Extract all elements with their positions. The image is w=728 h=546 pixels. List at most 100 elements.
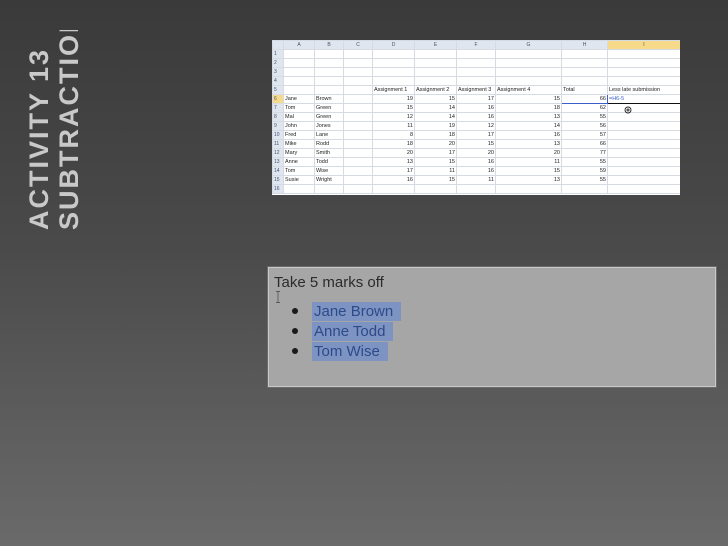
cell-a2[interactable]: 19 [414,121,457,131]
cell-first-name[interactable]: Mal [283,112,315,122]
cell-total[interactable]: 59 [561,166,608,176]
cell[interactable] [372,76,415,86]
cell-a2[interactable]: 14 [414,103,457,113]
cell[interactable] [607,148,680,158]
cell-total[interactable]: 55 [561,157,608,167]
list-item[interactable]: Jane Brown [288,301,402,321]
cell[interactable] [456,184,496,194]
cell[interactable] [343,121,373,131]
cell-a4[interactable]: 15 [495,94,562,104]
cell[interactable] [607,166,680,176]
cell-total[interactable]: 56 [561,121,608,131]
row-number[interactable]: 13 [272,157,284,167]
cell-a1[interactable]: 19 [372,94,415,104]
cell-a4[interactable]: 16 [495,130,562,140]
cell[interactable] [495,58,562,68]
cell-a2[interactable]: 14 [414,112,457,122]
cell[interactable] [607,121,680,131]
cell[interactable] [283,76,315,86]
row-number[interactable]: 12 [272,148,284,158]
cell-a1[interactable]: 13 [372,157,415,167]
cell[interactable] [283,184,315,194]
cell[interactable] [343,166,373,176]
cell-last-name[interactable]: Lane [314,130,344,140]
cell-a1[interactable]: 18 [372,139,415,149]
cell[interactable] [343,103,373,113]
cell-a3[interactable]: 16 [456,103,496,113]
cell-a2[interactable]: 20 [414,139,457,149]
cell-total[interactable]: 66 [561,139,608,149]
cell[interactable] [607,67,680,77]
cell[interactable] [343,67,373,77]
cell-a2[interactable]: 17 [414,148,457,158]
cell[interactable] [607,184,680,194]
cell[interactable] [314,76,344,86]
cell[interactable] [343,49,373,59]
cell-a3[interactable]: 16 [456,157,496,167]
cell[interactable] [372,184,415,194]
row-number[interactable]: 8 [272,112,284,122]
row-number[interactable]: 2 [272,58,284,68]
cell[interactable] [607,76,680,86]
list-item[interactable]: Anne Todd [288,321,401,341]
cell[interactable] [343,85,373,95]
instruction-textbox[interactable]: Take 5 marks off Jane Brown Anne Todd To… [267,266,717,388]
cell[interactable] [607,112,680,122]
cell[interactable] [456,49,496,59]
cell-a2[interactable]: 15 [414,175,457,185]
cell-a4[interactable]: 13 [495,139,562,149]
cell-first-name[interactable]: Tom [283,103,315,113]
cell[interactable] [343,139,373,149]
cell-first-name[interactable]: Fred [283,130,315,140]
cell-a3[interactable]: 11 [456,175,496,185]
cell-total[interactable]: 55 [561,112,608,122]
cell-total-referenced[interactable]: 66 [561,94,608,104]
cell-last-name[interactable]: Todd [314,157,344,167]
cell[interactable] [607,157,680,167]
cell[interactable] [343,148,373,158]
cell[interactable] [561,58,608,68]
cell-a4[interactable]: 18 [495,103,562,113]
cell[interactable] [495,67,562,77]
cell-a4[interactable]: 14 [495,121,562,131]
cell[interactable] [495,184,562,194]
row-number[interactable]: 6 [272,94,284,104]
cell-first-name[interactable]: Anne [283,157,315,167]
cell-total[interactable]: 62 [561,103,608,113]
cell[interactable] [283,67,315,77]
cell-first-name[interactable]: Mary [283,148,315,158]
cell-total[interactable]: 57 [561,130,608,140]
cell[interactable] [414,58,457,68]
cell-a1[interactable]: 20 [372,148,415,158]
cell[interactable] [343,76,373,86]
cell[interactable] [414,184,457,194]
cell[interactable] [561,49,608,59]
cell[interactable] [343,58,373,68]
cell[interactable] [561,184,608,194]
column-header[interactable]: F [456,40,496,50]
column-header[interactable]: I [607,40,680,50]
cell-last-name[interactable]: Jones [314,121,344,131]
cell-a1[interactable]: 8 [372,130,415,140]
column-header[interactable]: D [372,40,415,50]
cell[interactable] [372,49,415,59]
cell[interactable] [343,112,373,122]
cell[interactable] [343,94,373,104]
cell[interactable] [343,157,373,167]
cell-last-name[interactable]: Brown [314,94,344,104]
column-header[interactable]: E [414,40,457,50]
header-assignment-2[interactable]: Assignment 2 [414,85,457,95]
list-item[interactable]: Tom Wise [288,341,401,361]
header-total[interactable]: Total [561,85,608,95]
row-number[interactable]: 3 [272,67,284,77]
cell[interactable] [607,103,680,113]
cell[interactable] [607,130,680,140]
cell-a4[interactable]: 20 [495,148,562,158]
column-header[interactable]: G [495,40,562,50]
cell[interactable] [343,184,373,194]
cell[interactable] [314,67,344,77]
cell-a1[interactable]: 17 [372,166,415,176]
cell-last-name[interactable]: Green [314,103,344,113]
row-number[interactable]: 5 [272,85,284,95]
cell-first-name[interactable]: John [283,121,315,131]
